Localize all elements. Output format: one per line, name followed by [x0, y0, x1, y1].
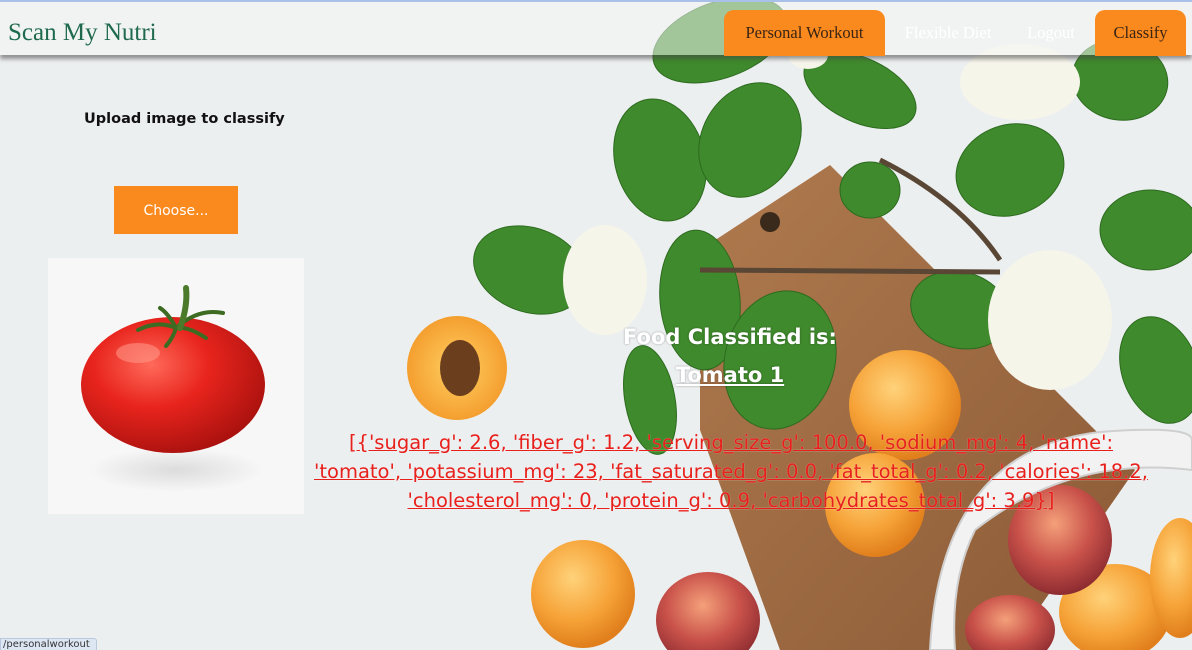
status-bar-url: /personalworkout [0, 638, 97, 650]
tomato-image [81, 285, 265, 492]
result-title: Food Classified is: [623, 325, 837, 349]
halved-apricot [407, 316, 507, 420]
nutrition-data-link[interactable]: [{'sugar_g': 2.6, 'fiber_g': 1.2, 'servi… [305, 428, 1157, 515]
upload-label: Upload image to classify [84, 111, 285, 127]
uploaded-image-preview [48, 258, 304, 514]
top-navbar: Scan My Nutri Personal Workout Flexible … [0, 0, 1192, 56]
nav-classify[interactable]: Classify [1095, 10, 1186, 56]
nav-flexible-diet[interactable]: Flexible Diet [892, 10, 1004, 56]
nav-logout[interactable]: Logout [1016, 10, 1086, 56]
choose-file-button[interactable]: Choose... [114, 186, 238, 234]
nav-personal-workout[interactable]: Personal Workout [724, 10, 885, 56]
classified-food-link[interactable]: Tomato 1 [560, 363, 900, 387]
brand-title[interactable]: Scan My Nutri [8, 20, 157, 45]
